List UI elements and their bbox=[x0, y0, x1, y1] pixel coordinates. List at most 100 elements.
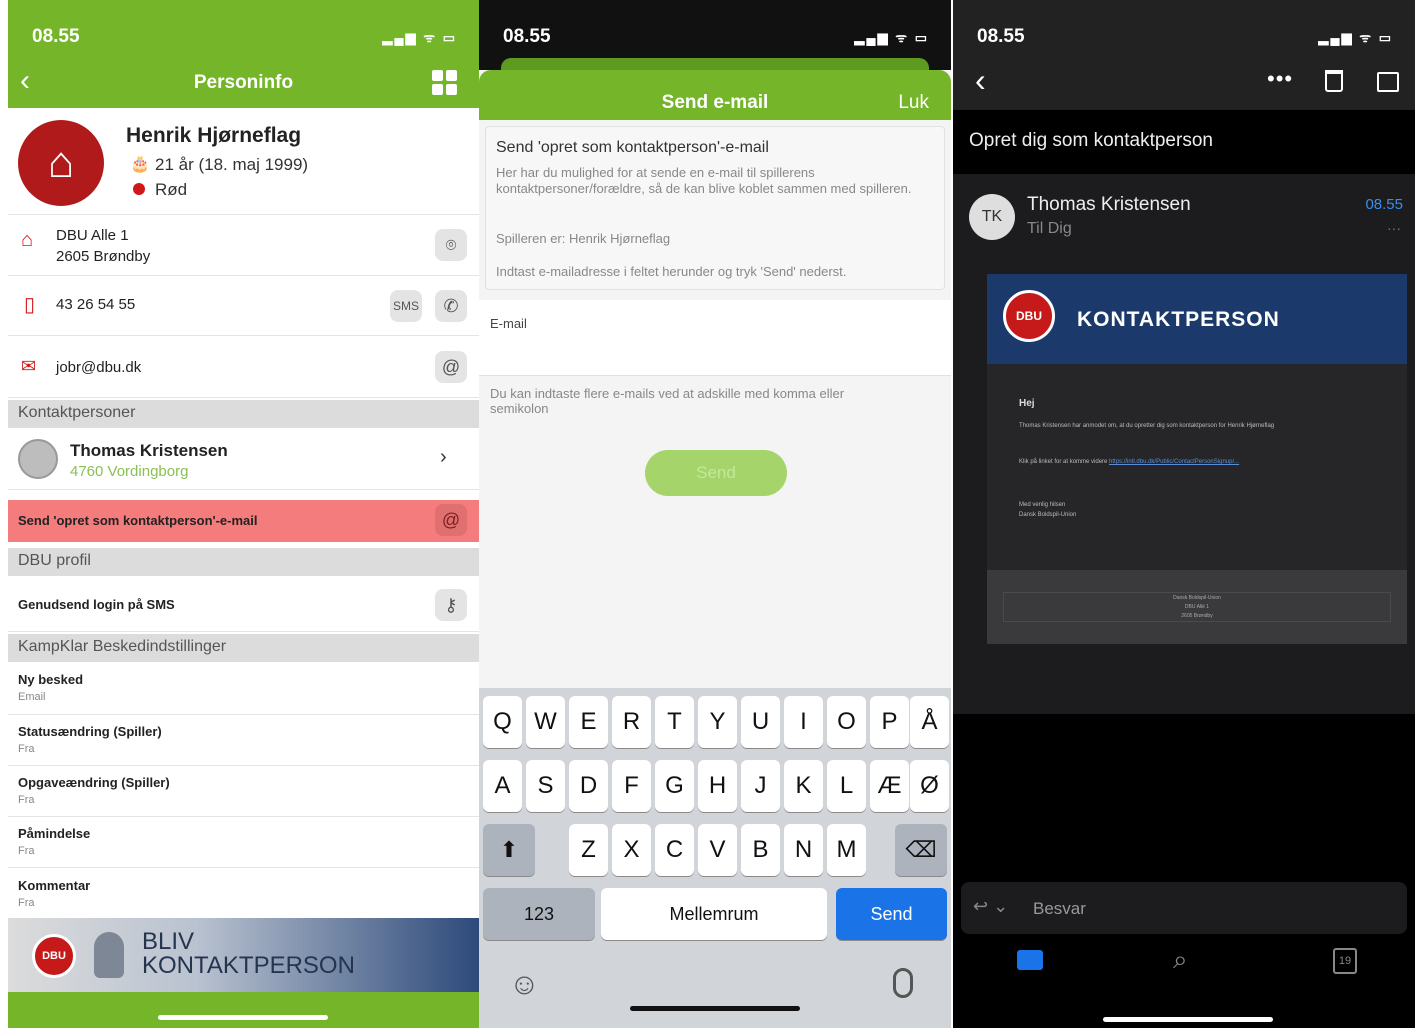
cake-icon: 🎂 bbox=[130, 156, 150, 173]
setting-value: Fra bbox=[18, 743, 35, 755]
setting-value: Email bbox=[18, 691, 46, 703]
more-small-icon[interactable]: ··· bbox=[1387, 220, 1401, 236]
player-color: Rød bbox=[155, 180, 188, 199]
banner[interactable]: DBU BLIV KONTAKTPERSON bbox=[8, 918, 479, 992]
at-icon[interactable]: @ bbox=[435, 351, 467, 383]
email-field[interactable]: E-mail bbox=[479, 300, 951, 376]
back-icon[interactable]: ‹ bbox=[975, 64, 986, 96]
emoji-icon[interactable]: ☺ bbox=[509, 968, 540, 1002]
info-heading: Send 'opret som kontaktperson'-e-mail bbox=[496, 139, 769, 156]
map-pin-icon[interactable]: ⌾ bbox=[435, 229, 467, 261]
status-bar: 08.55 ▂▄▆ ᯤ ▭ bbox=[953, 0, 1415, 70]
key-j[interactable]: J bbox=[741, 760, 780, 812]
keyboard-send-key[interactable]: Send bbox=[836, 888, 947, 940]
key-e[interactable]: E bbox=[569, 696, 608, 748]
key-n[interactable]: N bbox=[784, 824, 823, 876]
key-r[interactable]: R bbox=[612, 696, 651, 748]
setting-row[interactable]: Opgaveændring (Spiller) Fra bbox=[8, 766, 479, 817]
dbu-logo-icon: DBU bbox=[1003, 290, 1055, 342]
phone-number: 43 26 54 55 bbox=[56, 296, 136, 313]
email-row: ✉ jobr@dbu.dk @ bbox=[8, 336, 479, 398]
key-p[interactable]: P bbox=[870, 696, 909, 748]
setting-row[interactable]: Påmindelse Fra bbox=[8, 817, 479, 868]
section-contacts: Kontaktpersoner bbox=[8, 400, 479, 428]
mail-tab-icon[interactable] bbox=[1017, 950, 1043, 970]
contact-name: Thomas Kristensen bbox=[70, 441, 228, 460]
address-line1: DBU Alle 1 bbox=[56, 227, 129, 244]
backspace-key-icon[interactable]: ⌫ bbox=[895, 824, 947, 876]
key-g[interactable]: G bbox=[655, 760, 694, 812]
key-h[interactable]: H bbox=[698, 760, 737, 812]
key-b[interactable]: B bbox=[741, 824, 780, 876]
key-q[interactable]: Q bbox=[483, 696, 522, 748]
call-icon[interactable]: ✆ bbox=[435, 290, 467, 322]
reply-bar[interactable]: ↩ ⌄ Besvar bbox=[961, 882, 1407, 934]
person-silhouette-icon bbox=[94, 932, 124, 978]
archive-icon[interactable] bbox=[1377, 72, 1399, 92]
setting-label: Ny besked bbox=[18, 672, 84, 687]
key-s[interactable]: S bbox=[526, 760, 565, 812]
setting-row[interactable]: Kommentar Fra bbox=[8, 868, 479, 918]
setting-row[interactable]: Statusændring (Spiller) Fra bbox=[8, 715, 479, 766]
key-y[interactable]: Y bbox=[698, 696, 737, 748]
key-i[interactable]: I bbox=[784, 696, 823, 748]
page-title: Personinfo bbox=[193, 72, 294, 93]
key-a[interactable]: A bbox=[483, 760, 522, 812]
setting-row[interactable]: Ny besked Email bbox=[8, 664, 479, 715]
contact-city: 4760 Vordingborg bbox=[70, 463, 189, 480]
microphone-icon[interactable] bbox=[893, 968, 913, 998]
key-z[interactable]: Z bbox=[569, 824, 608, 876]
email-label: E-mail bbox=[490, 316, 527, 331]
key-ae[interactable]: Æ bbox=[870, 760, 909, 812]
status-icons: ▂▄▆ ᯤ ▭ bbox=[1318, 30, 1393, 45]
contact-row[interactable]: Thomas Kristensen 4760 Vordingborg › bbox=[8, 428, 479, 490]
key-l[interactable]: L bbox=[827, 760, 866, 812]
key-o[interactable]: O bbox=[827, 696, 866, 748]
email-link-prefix: Klik på linket for at komme videre bbox=[1019, 459, 1108, 465]
calendar-icon[interactable]: 19 bbox=[1333, 948, 1357, 974]
envelope-icon: ✉ bbox=[21, 356, 37, 376]
home-indicator bbox=[1103, 1017, 1273, 1022]
key-k[interactable]: K bbox=[784, 760, 823, 812]
setting-value: Fra bbox=[18, 845, 35, 857]
send-button[interactable]: Send bbox=[645, 450, 787, 496]
resend-login-label: Genudsend login på SMS bbox=[18, 597, 175, 612]
resend-login-row[interactable]: Genudsend login på SMS ⚷ bbox=[8, 578, 479, 632]
close-button[interactable]: Luk bbox=[898, 92, 929, 114]
key-c[interactable]: C bbox=[655, 824, 694, 876]
key-f[interactable]: F bbox=[612, 760, 651, 812]
sms-icon[interactable]: SMS bbox=[390, 290, 422, 322]
home-indicator bbox=[158, 1015, 328, 1020]
at-icon[interactable]: @ bbox=[435, 504, 467, 536]
grid-menu-icon[interactable] bbox=[432, 70, 458, 96]
more-icon[interactable]: ••• bbox=[1267, 66, 1293, 92]
space-key[interactable]: Mellemrum bbox=[601, 888, 827, 940]
email-signoff1: Med venlig hilsen bbox=[1019, 502, 1066, 508]
email-signoff2: Dansk Boldspil-Union bbox=[1019, 512, 1077, 518]
key-aa[interactable]: Å bbox=[910, 696, 949, 748]
status-time: 08.55 bbox=[32, 26, 80, 47]
key-send-icon[interactable]: ⚷ bbox=[435, 589, 467, 621]
key-u[interactable]: U bbox=[741, 696, 780, 748]
reply-icon[interactable]: ↩ ⌄ bbox=[973, 896, 1008, 917]
key-v[interactable]: V bbox=[698, 824, 737, 876]
key-oe[interactable]: Ø bbox=[910, 760, 949, 812]
send-opret-row[interactable]: Send 'opret som kontaktperson'-e-mail @ bbox=[8, 500, 479, 542]
player-age: 21 år (18. maj 1999) bbox=[155, 155, 309, 174]
key-x[interactable]: X bbox=[612, 824, 651, 876]
key-t[interactable]: T bbox=[655, 696, 694, 748]
key-d[interactable]: D bbox=[569, 760, 608, 812]
subject-bar: Opret dig som kontaktperson bbox=[953, 110, 1415, 174]
header-bar: 08.55 ▂▄▆ ᯤ ▭ ‹ Personinfo bbox=[8, 0, 479, 108]
mail-toolbar: 08.55 ▂▄▆ ᯤ ▭ ‹ ••• bbox=[953, 0, 1415, 110]
status-icons: ▂▄▆ ᯤ ▭ bbox=[382, 30, 457, 45]
numbers-key[interactable]: 123 bbox=[483, 888, 595, 940]
modal-title: Send e-mail bbox=[661, 92, 769, 113]
key-w[interactable]: W bbox=[526, 696, 565, 748]
shift-key-icon[interactable]: ⬆ bbox=[483, 824, 535, 876]
trash-icon[interactable] bbox=[1325, 70, 1343, 92]
email-link[interactable]: https://intl.dbu.dk/Public/ContactPerson… bbox=[1109, 459, 1239, 465]
email-greeting: Hej bbox=[1019, 398, 1035, 409]
key-m[interactable]: M bbox=[827, 824, 866, 876]
search-icon[interactable]: ⌕ bbox=[1173, 944, 1188, 976]
